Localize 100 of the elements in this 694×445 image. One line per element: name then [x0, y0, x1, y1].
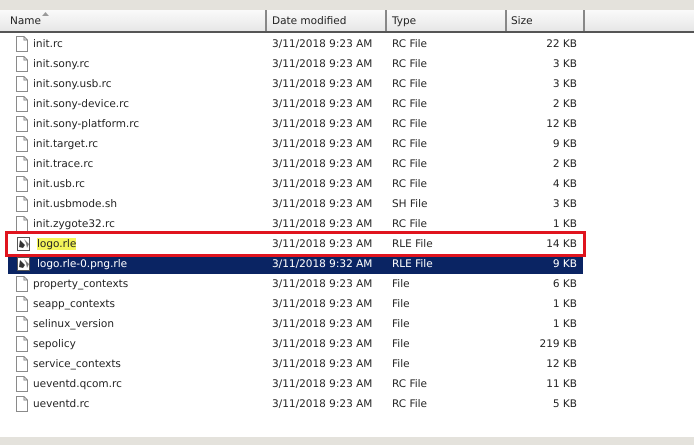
file-name: service_contexts — [33, 358, 121, 370]
file-row[interactable]: property_contexts 3/11/2018 9:23 AM File 6 KB — [8, 274, 583, 294]
file-row[interactable]: init.target.rc 3/11/2018 9:23 AM RC File 9 KB — [8, 134, 583, 154]
date-cell-text: 3/11/2018 9:23 AM — [271, 78, 374, 90]
document-icon — [16, 296, 28, 312]
date-cell-text: 3/11/2018 9:23 AM — [271, 98, 374, 110]
file-row[interactable]: init.trace.rc 3/11/2018 9:23 AM RC File 2 KB — [8, 154, 583, 174]
file-name: init.sony.rc — [33, 58, 90, 70]
document-icon — [16, 396, 28, 412]
document-icon — [16, 176, 28, 192]
type-cell-text: File — [391, 298, 411, 310]
file-row[interactable]: init.rc 3/11/2018 9:23 AM RC File 22 KB — [8, 34, 583, 54]
file-row[interactable]: seapp_contexts 3/11/2018 9:23 AM File 1 KB — [8, 294, 583, 314]
image-file-icon — [16, 236, 32, 252]
type-cell-text: RC File — [391, 78, 428, 90]
file-name: ueventd.qcom.rc — [33, 378, 122, 390]
file-name: sepolicy — [33, 338, 76, 350]
document-icon — [16, 316, 28, 332]
file-name: logo.rle — [37, 238, 76, 250]
file-row[interactable]: init.usb.rc 3/11/2018 9:23 AM RC File 4 KB — [8, 174, 583, 194]
date-cell-text: 3/11/2018 9:23 AM — [271, 138, 374, 150]
file-name: seapp_contexts — [33, 298, 115, 310]
file-row[interactable]: init.sony-device.rc 3/11/2018 9:23 AM RC File 2 KB — [8, 94, 583, 114]
file-row[interactable]: logo.rle 3/11/2018 9:23 AM RLE File 14 KB — [8, 234, 583, 254]
column-header[interactable]: Date modified — [267, 10, 387, 31]
type-cell-text: RLE File — [391, 258, 434, 270]
file-row[interactable]: sepolicy 3/11/2018 9:23 AM File 219 KB — [8, 334, 583, 354]
document-icon — [16, 356, 28, 372]
file-name: init.target.rc — [33, 138, 98, 150]
size-cell-text: 219 KB — [538, 338, 578, 350]
size-cell-text: 3 KB — [552, 198, 578, 210]
file-name: init.usbmode.sh — [33, 198, 117, 210]
file-row[interactable]: ueventd.qcom.rc 3/11/2018 9:23 AM RC File 11 KB — [8, 374, 583, 394]
type-cell-text: RC File — [391, 98, 428, 110]
size-cell-text: 2 KB — [552, 158, 578, 170]
column-header[interactable]: Size — [507, 10, 585, 31]
document-icon — [16, 376, 28, 392]
column-header[interactable]: Type — [387, 10, 507, 31]
document-icon — [16, 116, 28, 132]
file-row[interactable]: init.usbmode.sh 3/11/2018 9:23 AM SH File 3 KB — [8, 194, 583, 214]
size-cell-text: 2 KB — [552, 98, 578, 110]
document-icon — [16, 76, 28, 92]
file-name: logo.rle-0.png.rle — [37, 258, 128, 270]
size-cell-text: 1 KB — [552, 298, 578, 310]
type-cell-text: File — [391, 318, 411, 330]
date-cell-text: 3/11/2018 9:23 AM — [271, 158, 374, 170]
type-cell-text: RC File — [391, 38, 428, 50]
type-cell-text: RC File — [391, 138, 428, 150]
file-name: init.sony-platform.rc — [33, 118, 140, 130]
size-cell-text: 12 KB — [545, 118, 578, 130]
type-cell-text: RLE File — [391, 238, 434, 250]
date-cell-text: 3/11/2018 9:23 AM — [271, 318, 374, 330]
document-icon — [16, 36, 28, 52]
file-name: init.zygote32.rc — [33, 218, 115, 230]
size-cell-text: 12 KB — [545, 358, 578, 370]
date-cell-text: 3/11/2018 9:23 AM — [271, 338, 374, 350]
document-icon — [16, 336, 28, 352]
type-cell-text: RC File — [391, 178, 428, 190]
file-row[interactable]: ueventd.rc 3/11/2018 9:23 AM RC File 5 KB — [8, 394, 583, 414]
size-cell-text: 9 KB — [552, 258, 578, 270]
size-cell-text: 3 KB — [552, 58, 578, 70]
date-cell-text: 3/11/2018 9:23 AM — [271, 298, 374, 310]
date-cell-text: 3/11/2018 9:23 AM — [271, 238, 374, 250]
date-cell-text: 3/11/2018 9:23 AM — [271, 38, 374, 50]
date-cell-text: 3/11/2018 9:23 AM — [271, 198, 374, 210]
type-cell-text: File — [391, 358, 411, 370]
date-cell-text: 3/11/2018 9:23 AM — [271, 358, 374, 370]
file-row[interactable]: selinux_version 3/11/2018 9:23 AM File 1 KB — [8, 314, 583, 334]
date-cell-text: 3/11/2018 9:23 AM — [271, 218, 374, 230]
size-cell-text: 4 KB — [552, 178, 578, 190]
size-cell-text: 1 KB — [552, 218, 578, 230]
column-header[interactable]: Name — [0, 10, 267, 31]
type-cell-text: RC File — [391, 378, 428, 390]
type-cell-text: RC File — [391, 118, 428, 130]
size-cell-text: 5 KB — [552, 398, 578, 410]
file-row[interactable]: init.zygote32.rc 3/11/2018 9:23 AM RC File 1 KB — [8, 214, 583, 234]
file-name: init.sony.usb.rc — [33, 78, 112, 90]
file-row[interactable]: init.sony.usb.rc 3/11/2018 9:23 AM RC File 3 KB — [8, 74, 583, 94]
file-name: init.rc — [33, 38, 63, 50]
document-icon — [16, 136, 28, 152]
type-cell-text: RC File — [391, 218, 428, 230]
date-cell-text: 3/11/2018 9:23 AM — [271, 278, 374, 290]
document-icon — [16, 96, 28, 112]
file-row[interactable]: service_contexts 3/11/2018 9:23 AM File 12 KB — [8, 354, 583, 374]
document-icon — [16, 156, 28, 172]
file-row[interactable]: init.sony-platform.rc 3/11/2018 9:23 AM RC File 12 KB — [8, 114, 583, 134]
size-cell-text: 22 KB — [545, 38, 578, 50]
file-name: init.sony-device.rc — [33, 98, 129, 110]
size-cell-text: 3 KB — [552, 78, 578, 90]
file-name: ueventd.rc — [33, 398, 90, 410]
document-icon — [16, 276, 28, 292]
file-name: selinux_version — [33, 318, 114, 330]
type-cell-text: RC File — [391, 158, 428, 170]
file-row[interactable]: init.sony.rc 3/11/2018 9:23 AM RC File 3 KB — [8, 54, 583, 74]
date-cell-text: 3/11/2018 9:23 AM — [271, 118, 374, 130]
document-icon — [16, 216, 28, 232]
size-cell-text: 9 KB — [552, 138, 578, 150]
image-file-icon — [16, 256, 32, 272]
type-cell-text: SH File — [391, 198, 428, 210]
document-icon — [16, 56, 28, 72]
